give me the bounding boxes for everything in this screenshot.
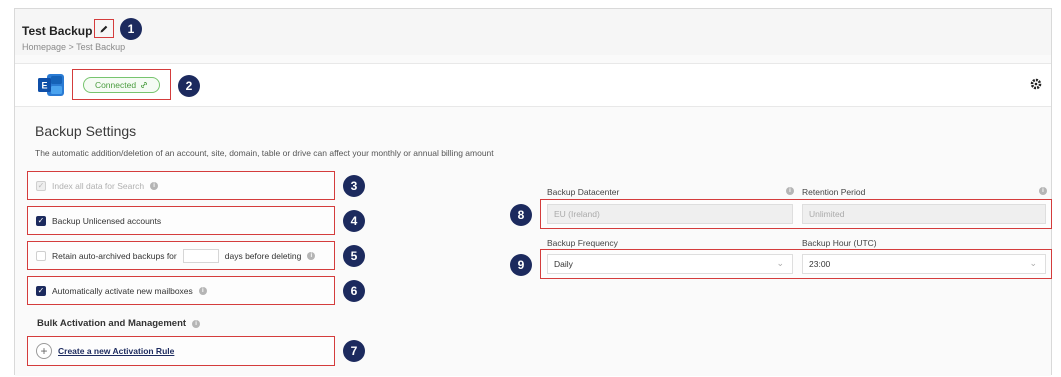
annotation-badge-9: 9 — [510, 254, 532, 276]
annotation-badge-6: 6 — [343, 280, 365, 302]
annotation-badge-1: 1 — [120, 18, 142, 40]
info-icon: i — [150, 181, 159, 190]
create-activation-rule-link[interactable]: Create a new Activation Rule — [58, 346, 174, 356]
chevron-down-icon: ⌄ — [1029, 258, 1037, 268]
retain-label-after: days before deleting — [224, 250, 302, 261]
retention-period-label: Retention Period — [802, 187, 866, 197]
retain-archived-checkbox[interactable] — [36, 250, 46, 261]
backup-datacenter-field[interactable]: EU (Ireland) — [547, 204, 793, 224]
page-header: Test Backup 1 Homepage > Test Backup — [15, 9, 1051, 55]
connection-highlight: Connected — [72, 69, 171, 100]
connection-bar: E Connected 2 — [15, 63, 1051, 107]
retain-days-input[interactable] — [182, 248, 219, 263]
annotation-badge-8: 8 — [510, 204, 532, 226]
annotation-badge-5: 5 — [343, 245, 365, 267]
exchange-icon: E — [38, 74, 64, 96]
index-search-row: ✓ Index all data for Search i — [27, 171, 335, 200]
info-icon: i — [786, 187, 794, 195]
backup-frequency-select[interactable]: Daily ⌄ — [547, 254, 793, 274]
annotation-badge-4: 4 — [343, 210, 365, 232]
info-icon: i — [192, 319, 201, 328]
edit-title-button[interactable] — [94, 19, 114, 38]
annotation-badge-3: 3 — [343, 175, 365, 197]
retention-period-field[interactable]: Unlimited — [802, 204, 1046, 224]
auto-activate-row: ✓ Automatically activate new mailboxes i — [27, 276, 335, 305]
info-icon: i — [307, 251, 316, 260]
page-frame: Test Backup 1 Homepage > Test Backup E C… — [14, 8, 1052, 376]
connected-status-badge[interactable]: Connected — [83, 77, 160, 93]
unlicensed-label: Backup Unlicensed accounts — [52, 215, 162, 226]
index-search-label: Index all data for Search — [52, 180, 145, 191]
backup-frequency-value: Daily — [554, 259, 573, 269]
backup-hour-select[interactable]: 23:00 ⌄ — [802, 254, 1046, 274]
index-search-checkbox[interactable]: ✓ — [36, 180, 46, 191]
info-icon: i — [198, 286, 207, 295]
link-icon — [141, 82, 148, 88]
plus-icon[interactable]: + — [36, 343, 52, 359]
backup-hour-value: 23:00 — [809, 259, 831, 269]
connected-status-label: Connected — [94, 80, 137, 90]
page-title: Test Backup — [22, 24, 93, 38]
backup-frequency-label: Backup Frequency — [547, 238, 618, 248]
backup-datacenter-label: Backup Datacenter — [547, 187, 620, 197]
backup-settings-title: Backup Settings — [35, 123, 137, 139]
breadcrumb[interactable]: Homepage > Test Backup — [22, 42, 125, 52]
retain-archived-row: Retain auto-archived backups for days be… — [27, 241, 335, 270]
backup-hour-label: Backup Hour (UTC) — [802, 238, 877, 248]
auto-activate-label: Automatically activate new mailboxes — [52, 285, 193, 296]
chevron-down-icon: ⌄ — [776, 258, 784, 268]
auto-activate-checkbox[interactable]: ✓ — [36, 285, 46, 296]
retain-label-before: Retain auto-archived backups for — [52, 250, 177, 261]
backup-settings-panel: Backup Settings The automatic addition/d… — [15, 111, 1052, 376]
unlicensed-row: ✓ Backup Unlicensed accounts — [27, 206, 335, 235]
svg-text:E: E — [41, 81, 47, 91]
gear-icon[interactable] — [1030, 78, 1042, 90]
bulk-activation-title: Bulk Activation and Management i — [37, 318, 201, 329]
pencil-icon — [100, 25, 108, 32]
info-icon: i — [1039, 187, 1047, 195]
create-rule-row: + Create a new Activation Rule — [27, 336, 335, 366]
annotation-badge-7: 7 — [343, 340, 365, 362]
unlicensed-checkbox[interactable]: ✓ — [36, 215, 46, 226]
annotation-badge-2: 2 — [178, 75, 200, 97]
billing-notice: The automatic addition/deletion of an ac… — [35, 148, 494, 158]
